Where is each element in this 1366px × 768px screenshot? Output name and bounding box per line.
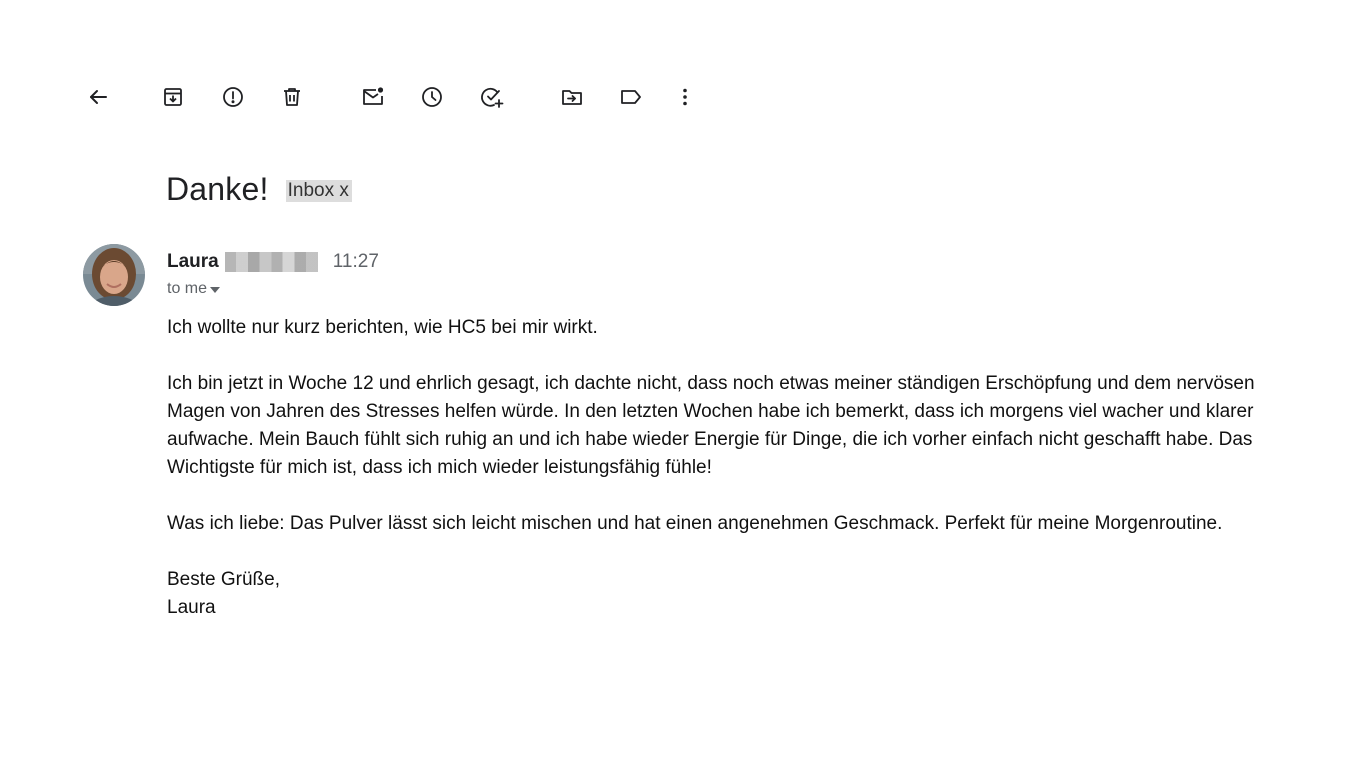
- message-subject: Danke!: [166, 170, 269, 207]
- snooze-button[interactable]: [409, 74, 455, 120]
- archive-icon: [164, 88, 182, 106]
- chevron-down-icon: [210, 286, 221, 293]
- message-time: 11:27: [332, 251, 379, 272]
- message-body: Ich wollte nur kurz berichten, wie HC5 b…: [167, 314, 1277, 622]
- inbox-label-chip[interactable]: Inbox x: [285, 180, 352, 202]
- delete-button[interactable]: [269, 74, 315, 120]
- more-vert-icon: [683, 88, 687, 106]
- label-button[interactable]: [608, 74, 654, 120]
- label-icon: [621, 90, 641, 104]
- body-paragraph: Ich wollte nur kurz berichten, wie HC5 b…: [167, 317, 598, 338]
- delete-icon: [284, 88, 300, 106]
- add-to-tasks-button[interactable]: [469, 74, 515, 120]
- report-spam-icon: [223, 87, 243, 107]
- move-to-button[interactable]: [549, 74, 595, 120]
- body-paragraph: Was ich liebe: Das Pulver lässt sich lei…: [167, 513, 1223, 534]
- redacted-surname: [224, 252, 318, 272]
- closing-line: Beste Grüße,: [167, 569, 280, 590]
- sender-row: Laura 11:27: [167, 249, 379, 275]
- mark-unread-icon: [363, 87, 384, 105]
- signature-block: Beste Grüße, Laura: [167, 566, 1277, 622]
- move-to-icon: [562, 90, 582, 105]
- recipient-label: to me: [167, 280, 208, 297]
- back-arrow-icon: [90, 90, 107, 104]
- archive-button[interactable]: [150, 74, 196, 120]
- back-button[interactable]: [75, 74, 121, 120]
- message-toolbar: [0, 74, 760, 120]
- signature-name: Laura: [167, 597, 216, 618]
- recipient-details-toggle[interactable]: to me: [167, 278, 221, 300]
- report-spam-button[interactable]: [210, 74, 256, 120]
- body-paragraph: Ich bin jetzt in Woche 12 und ehrlich ge…: [167, 373, 1255, 478]
- mark-unread-button[interactable]: [350, 74, 396, 120]
- add-to-tasks-icon: [481, 87, 504, 108]
- more-options-button[interactable]: [662, 74, 708, 120]
- snooze-icon: [422, 87, 442, 107]
- sender-name[interactable]: Laura: [167, 251, 219, 273]
- subject-row: Danke! Inbox x: [166, 168, 352, 210]
- sender-avatar[interactable]: [83, 244, 145, 306]
- avatar-image: [83, 244, 145, 306]
